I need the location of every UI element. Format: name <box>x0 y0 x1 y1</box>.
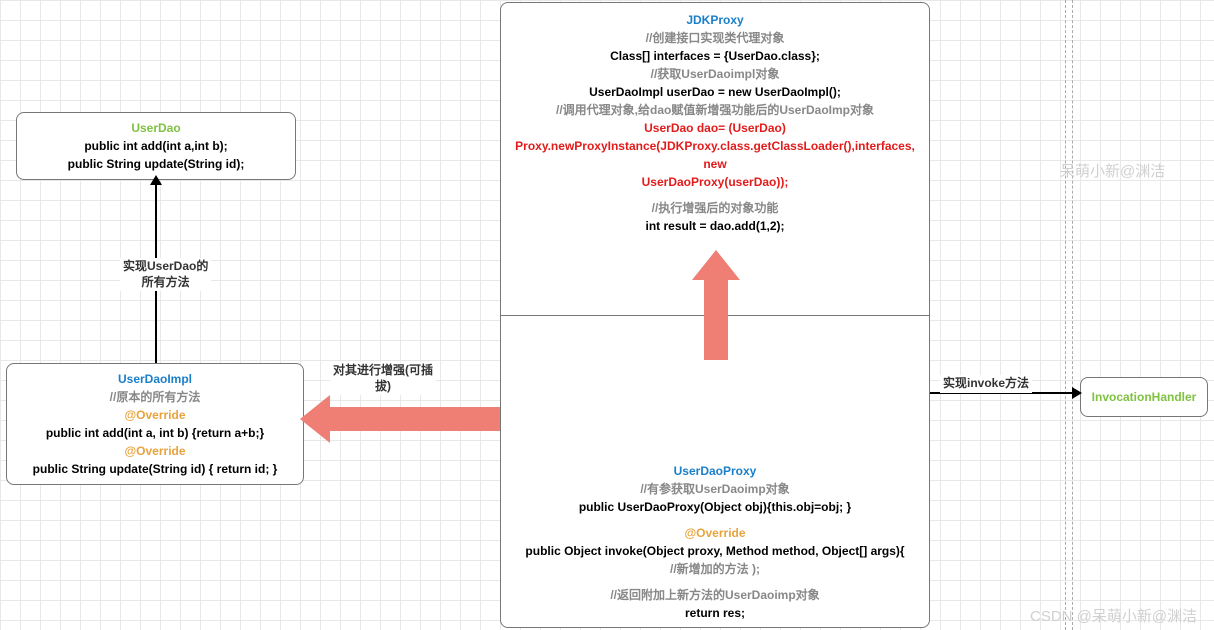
invocationhandler-box: InvocationHandler <box>1080 377 1208 417</box>
userdaoproxy-c1: //有参获取UserDaoimp对象 <box>511 480 919 498</box>
userdaoproxy-title: UserDaoProxy <box>511 462 919 480</box>
jdkproxy-l1: Class[] interfaces = {UserDao.class}; <box>511 47 919 65</box>
userdao-line2: public String update(String id); <box>25 155 287 173</box>
invocationhandler-title: InvocationHandler <box>1085 388 1203 406</box>
jdkproxy-red1: UserDao dao= (UserDao) <box>511 119 919 137</box>
userdaoimpl-title: UserDaoImpl <box>15 370 295 388</box>
userdaoproxy-l1: public UserDaoProxy(Object obj){this.obj… <box>511 498 919 516</box>
jdkproxy-red3: UserDaoProxy(userDao)); <box>511 173 919 191</box>
userdaoproxy-override: @Override <box>511 524 919 542</box>
jdkproxy-c1: //创建接口实现类代理对象 <box>511 29 919 47</box>
label-invoke: 实现invoke方法 <box>940 375 1032 393</box>
userdaoproxy-c2: //新增加的方法 ); <box>511 560 919 578</box>
userdaoimpl-comment: //原本的所有方法 <box>15 388 295 406</box>
jdkproxy-l3: int result = dao.add(1,2); <box>511 217 919 235</box>
jdkproxy-c4: //执行增强后的对象功能 <box>511 199 919 217</box>
jdkproxy-c2: //获取UserDaoimpl对象 <box>511 65 919 83</box>
big-arrow-enhance <box>300 395 500 443</box>
userdao-title: UserDao <box>25 119 287 137</box>
userdaoproxy-cell: UserDaoProxy //有参获取UserDaoimp对象 public U… <box>501 316 929 630</box>
userdaoproxy-l2: public Object invoke(Object proxy, Metho… <box>511 542 919 560</box>
big-arrow-up <box>692 250 740 360</box>
jdkproxy-l2: UserDaoImpl userDao = new UserDaoImpl(); <box>511 83 919 101</box>
userdaoimpl-box: UserDaoImpl //原本的所有方法 @Override public i… <box>6 363 304 485</box>
userdaoimpl-override1: @Override <box>15 406 295 424</box>
label-implements: 实现UserDao的 所有方法 <box>120 258 211 291</box>
guide-line-2 <box>1072 0 1073 630</box>
watermark-bottom: CSDN @呆萌小新@渊洁 <box>1030 605 1197 626</box>
label-enhance: 对其进行增强(可插 拔) <box>330 362 436 395</box>
jdkproxy-red2: Proxy.newProxyInstance(JDKProxy.class.ge… <box>511 137 919 173</box>
watermark-top: 呆萌小新@渊洁 <box>1060 160 1165 181</box>
arrow-implements-head <box>150 175 162 185</box>
guide-line-1 <box>1065 0 1066 630</box>
userdaoproxy-l3: return res; <box>511 604 919 622</box>
userdaoimpl-line1: public int add(int a, int b) {return a+b… <box>15 424 295 442</box>
userdao-box: UserDao public int add(int a,int b); pub… <box>16 112 296 180</box>
userdao-line1: public int add(int a,int b); <box>25 137 287 155</box>
userdaoproxy-c3: //返回附加上新方法的UserDaoimp对象 <box>511 586 919 604</box>
arrow-invoke-head <box>1072 387 1082 399</box>
userdaoimpl-line2: public String update(String id) { return… <box>15 460 295 478</box>
jdkproxy-title: JDKProxy <box>511 11 919 29</box>
jdkproxy-c3: //调用代理对象,给dao赋值新增强功能后的UserDaoImp对象 <box>511 101 919 119</box>
userdaoimpl-override2: @Override <box>15 442 295 460</box>
